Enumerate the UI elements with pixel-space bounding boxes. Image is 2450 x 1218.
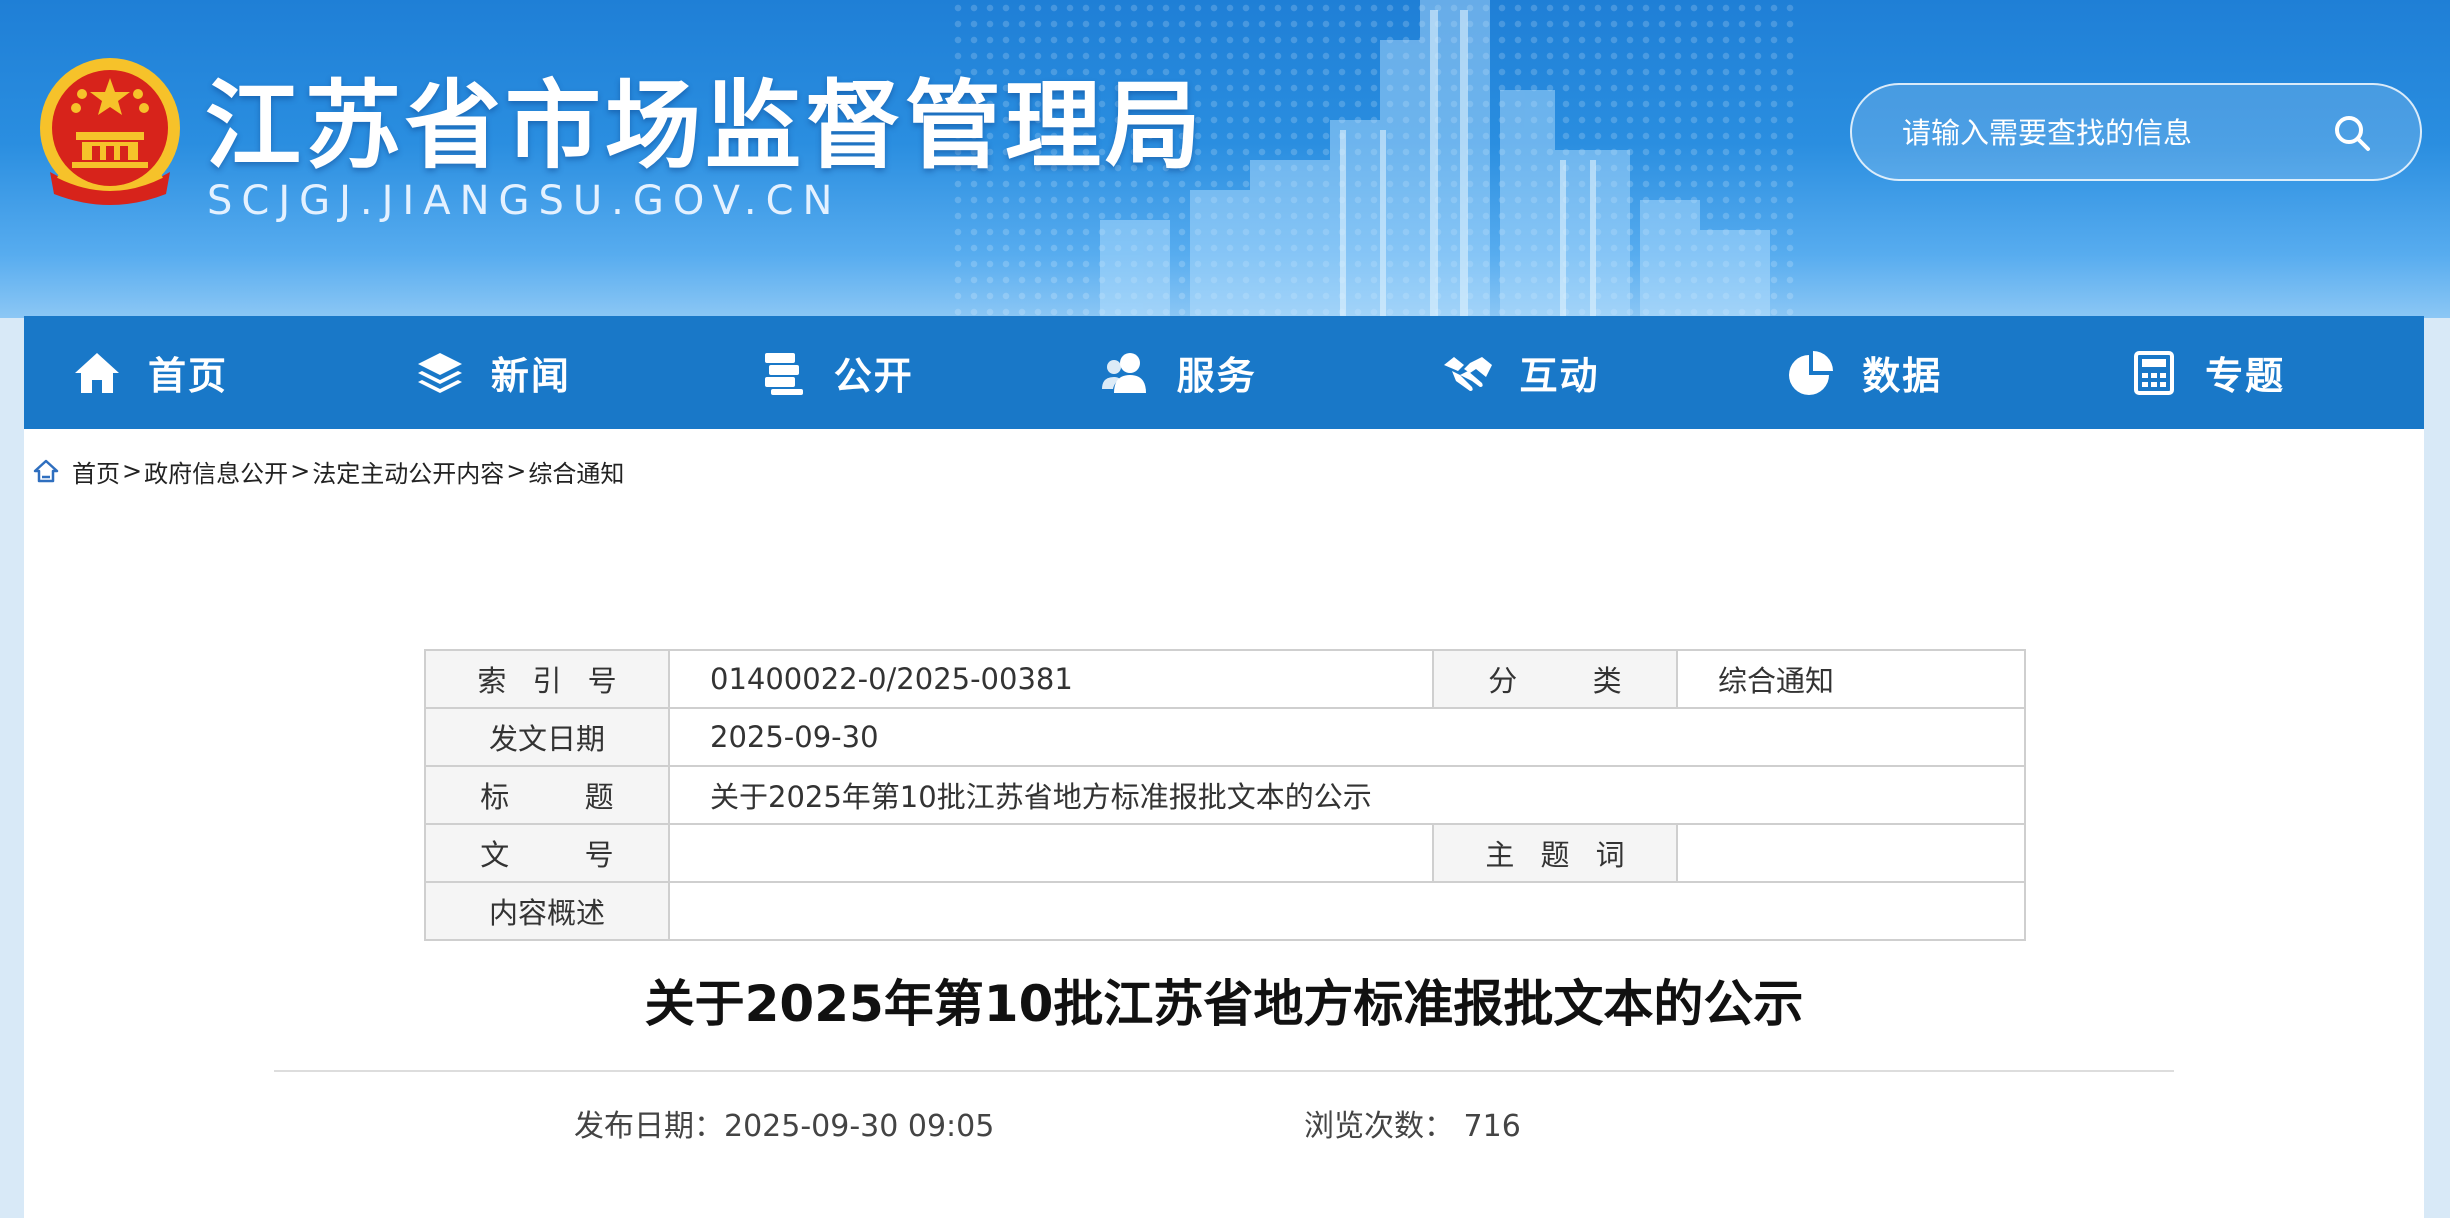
meta-label-index: 索引号 [424,649,670,709]
meta-label-title: 标题 [424,765,670,825]
site-domain: SCJGJ.JIANGSU.GOV.CN [207,178,842,224]
breadcrumb-item-home[interactable]: 首页 [72,454,120,489]
nav-item-service[interactable]: 服务 [1053,316,1396,429]
nav-item-interaction[interactable]: 互动 [1395,316,1738,429]
meta-value-date: 2025-09-30 [668,707,2026,767]
meta-label-summary: 内容概述 [424,881,670,941]
meta-value-title: 关于2025年第10批江苏省地方标准报批文本的公示 [668,765,2026,825]
main-nav: 首页 新闻 公开 服务 互动 数据 专题 [24,316,2424,429]
search-icon[interactable] [2332,113,2372,153]
table-row: 内容概述 [424,881,2026,941]
publish-date-label: 发布日期： [574,1109,724,1144]
home-outline-icon [33,459,59,483]
pie-chart-icon [1784,346,1838,400]
users-icon [1099,346,1153,400]
table-row: 索引号 01400022-0/2025-00381 分类 综合通知 [424,649,2026,709]
meta-value-category: 综合通知 [1676,649,2026,709]
breadcrumb: 首页 > 政府信息公开 > 法定主动公开内容 > 综合通知 [32,451,624,491]
breadcrumb-separator: > [122,457,143,485]
publish-date-value: 2025-09-30 09:05 [724,1109,995,1144]
divider [274,1070,2174,1072]
meta-label-docno: 文号 [424,823,670,883]
document-meta-table: 索引号 01400022-0/2025-00381 分类 综合通知 发文日期 2… [424,649,2026,941]
nav-item-label: 数据 [1862,354,1943,398]
view-count: 浏览次数： 716 [1304,1101,1521,1145]
article-title: 关于2025年第10批江苏省地方标准报批文本的公示 [644,975,1804,1033]
meta-value-docno [668,823,1434,883]
documents-icon [756,346,810,400]
home-icon [70,346,124,400]
nav-item-public[interactable]: 公开 [710,316,1053,429]
publish-date: 发布日期：2025-09-30 09:05 [574,1101,994,1145]
table-row: 标题 关于2025年第10批江苏省地方标准报批文本的公示 [424,765,2026,825]
search-input[interactable] [1900,105,2324,161]
site-header: 江苏省市场监督管理局 SCJGJ.JIANGSU.GOV.CN [0,0,2450,318]
calculator-icon [2127,346,2181,400]
view-count-value: 716 [1463,1109,1521,1144]
search-box [1850,83,2422,181]
site-title: 江苏省市场监督管理局 [205,70,1205,182]
meta-value-summary [668,881,2026,941]
nav-item-label: 新闻 [490,354,571,398]
national-emblem-icon [40,58,180,205]
meta-label-keywords: 主题词 [1432,823,1678,883]
meta-label-category: 分类 [1432,649,1678,709]
main-content: 首页 > 政府信息公开 > 法定主动公开内容 > 综合通知 索引号 014000… [24,429,2424,1218]
nav-item-label: 公开 [833,354,914,398]
breadcrumb-separator: > [506,457,527,485]
nav-item-label: 首页 [148,354,229,398]
meta-label-date: 发文日期 [424,707,670,767]
breadcrumb-separator: > [290,457,311,485]
breadcrumb-item-gov-info[interactable]: 政府信息公开 [144,454,288,489]
handshake-icon [1441,346,1495,400]
nav-item-topics[interactable]: 专题 [2081,316,2424,429]
nav-item-label: 服务 [1176,354,1257,398]
nav-item-label: 专题 [2205,354,2286,398]
meta-value-index: 01400022-0/2025-00381 [668,649,1434,709]
nav-item-label: 互动 [1519,354,1600,398]
layers-icon [413,346,467,400]
breadcrumb-item-notice[interactable]: 综合通知 [528,454,624,489]
table-row: 文号 主题词 [424,823,2026,883]
meta-value-keywords [1676,823,2026,883]
nav-item-news[interactable]: 新闻 [367,316,710,429]
nav-item-home[interactable]: 首页 [24,316,367,429]
nav-item-data[interactable]: 数据 [1738,316,2081,429]
view-count-label: 浏览次数： [1304,1109,1454,1144]
breadcrumb-item-statutory[interactable]: 法定主动公开内容 [312,454,504,489]
table-row: 发文日期 2025-09-30 [424,707,2026,767]
